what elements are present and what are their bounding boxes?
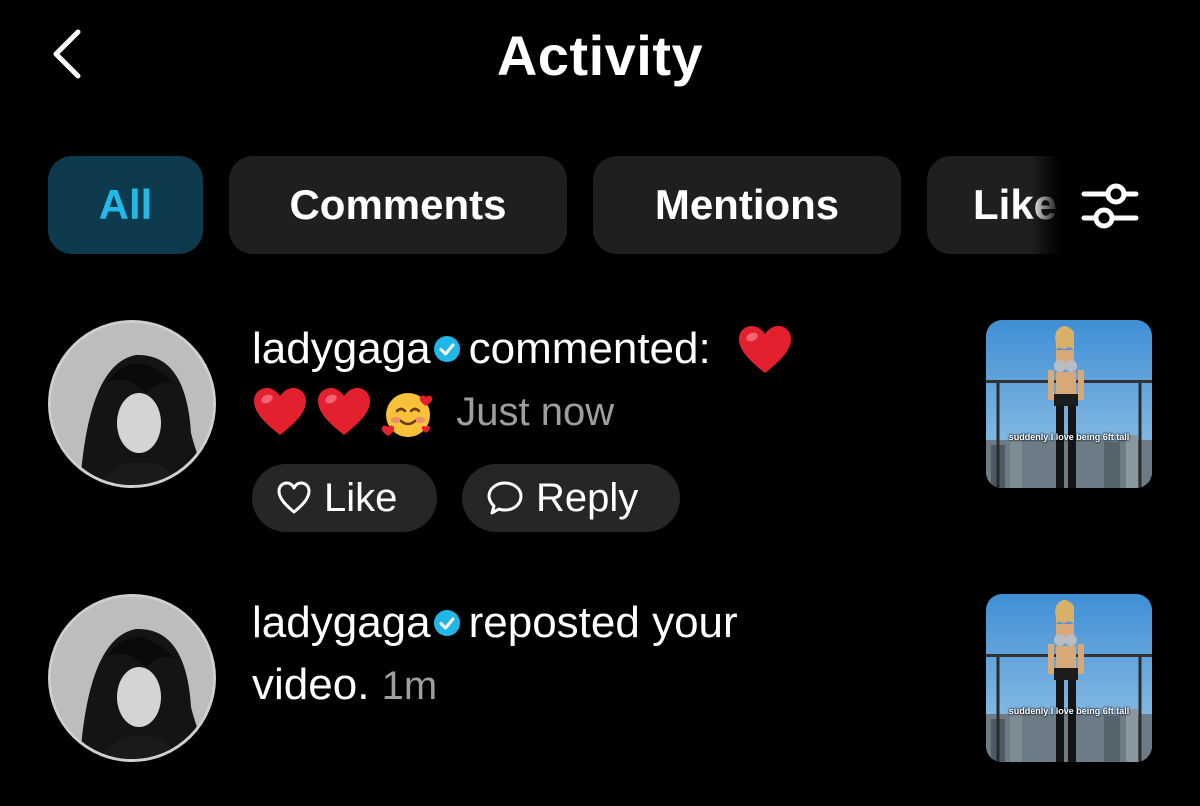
tab-all[interactable]: All bbox=[48, 156, 203, 254]
timestamp: Just now bbox=[456, 390, 615, 434]
smiling-face-with-hearts-icon bbox=[381, 393, 433, 438]
username[interactable]: ladygaga bbox=[252, 598, 431, 647]
notification-text: ladygaga commented: Just now bbox=[252, 318, 922, 443]
speech-bubble-icon bbox=[487, 481, 523, 515]
notification-line-1: ladygaga commented: bbox=[252, 318, 922, 380]
notification-line-2: video. 1m bbox=[252, 654, 922, 717]
filter-button[interactable] bbox=[1078, 176, 1142, 236]
tab-mentions[interactable]: Mentions bbox=[593, 156, 901, 254]
thumbnail-caption: suddenly I love being 6ft tall bbox=[1008, 432, 1130, 442]
like-button[interactable]: Like bbox=[252, 464, 437, 532]
avatar-image bbox=[51, 323, 213, 485]
thumbnail-caption: suddenly I love being 6ft tall bbox=[1008, 706, 1130, 716]
notification-item[interactable]: ladygaga commented: Just now Like Reply … bbox=[0, 318, 1200, 548]
heart-outline-icon bbox=[277, 481, 311, 514]
filter-tabs: All Comments Mentions Likes bbox=[48, 156, 1078, 254]
notification-text: ladygaga reposted your video. 1m bbox=[252, 592, 922, 717]
username[interactable]: ladygaga bbox=[252, 324, 431, 373]
verified-badge-icon bbox=[433, 610, 460, 637]
notification-action: reposted your bbox=[468, 598, 738, 647]
red-heart-icon bbox=[254, 388, 306, 436]
thumbnail-image bbox=[986, 594, 1152, 762]
tab-comments[interactable]: Comments bbox=[229, 156, 567, 254]
activity-screen: Activity All Comments Mentions Likes lad… bbox=[0, 0, 1200, 806]
notification-item[interactable]: ladygaga reposted your video. 1m suddenl… bbox=[0, 592, 1200, 772]
video-thumbnail[interactable]: suddenly I love being 6ft tall bbox=[986, 594, 1152, 762]
red-heart-icon bbox=[318, 388, 370, 436]
notification-action-cont: video. bbox=[252, 660, 370, 709]
red-heart-icon bbox=[738, 326, 791, 374]
avatar-image bbox=[51, 597, 213, 759]
timestamp: 1m bbox=[381, 664, 438, 708]
avatar[interactable] bbox=[48, 594, 216, 762]
notification-action: commented: bbox=[468, 324, 711, 373]
sliders-icon bbox=[1081, 183, 1139, 229]
avatar[interactable] bbox=[48, 320, 216, 488]
thumbnail-image bbox=[986, 320, 1152, 488]
page-title: Activity bbox=[496, 24, 704, 87]
notification-line-1: ladygaga reposted your bbox=[252, 592, 922, 654]
reply-label: Reply bbox=[536, 475, 639, 520]
verified-badge-icon bbox=[433, 336, 460, 363]
like-label: Like bbox=[324, 475, 398, 520]
video-thumbnail[interactable]: suddenly I love being 6ft tall bbox=[986, 320, 1152, 488]
notification-line-2: Just now bbox=[252, 380, 922, 443]
reply-button[interactable]: Reply bbox=[462, 464, 680, 532]
